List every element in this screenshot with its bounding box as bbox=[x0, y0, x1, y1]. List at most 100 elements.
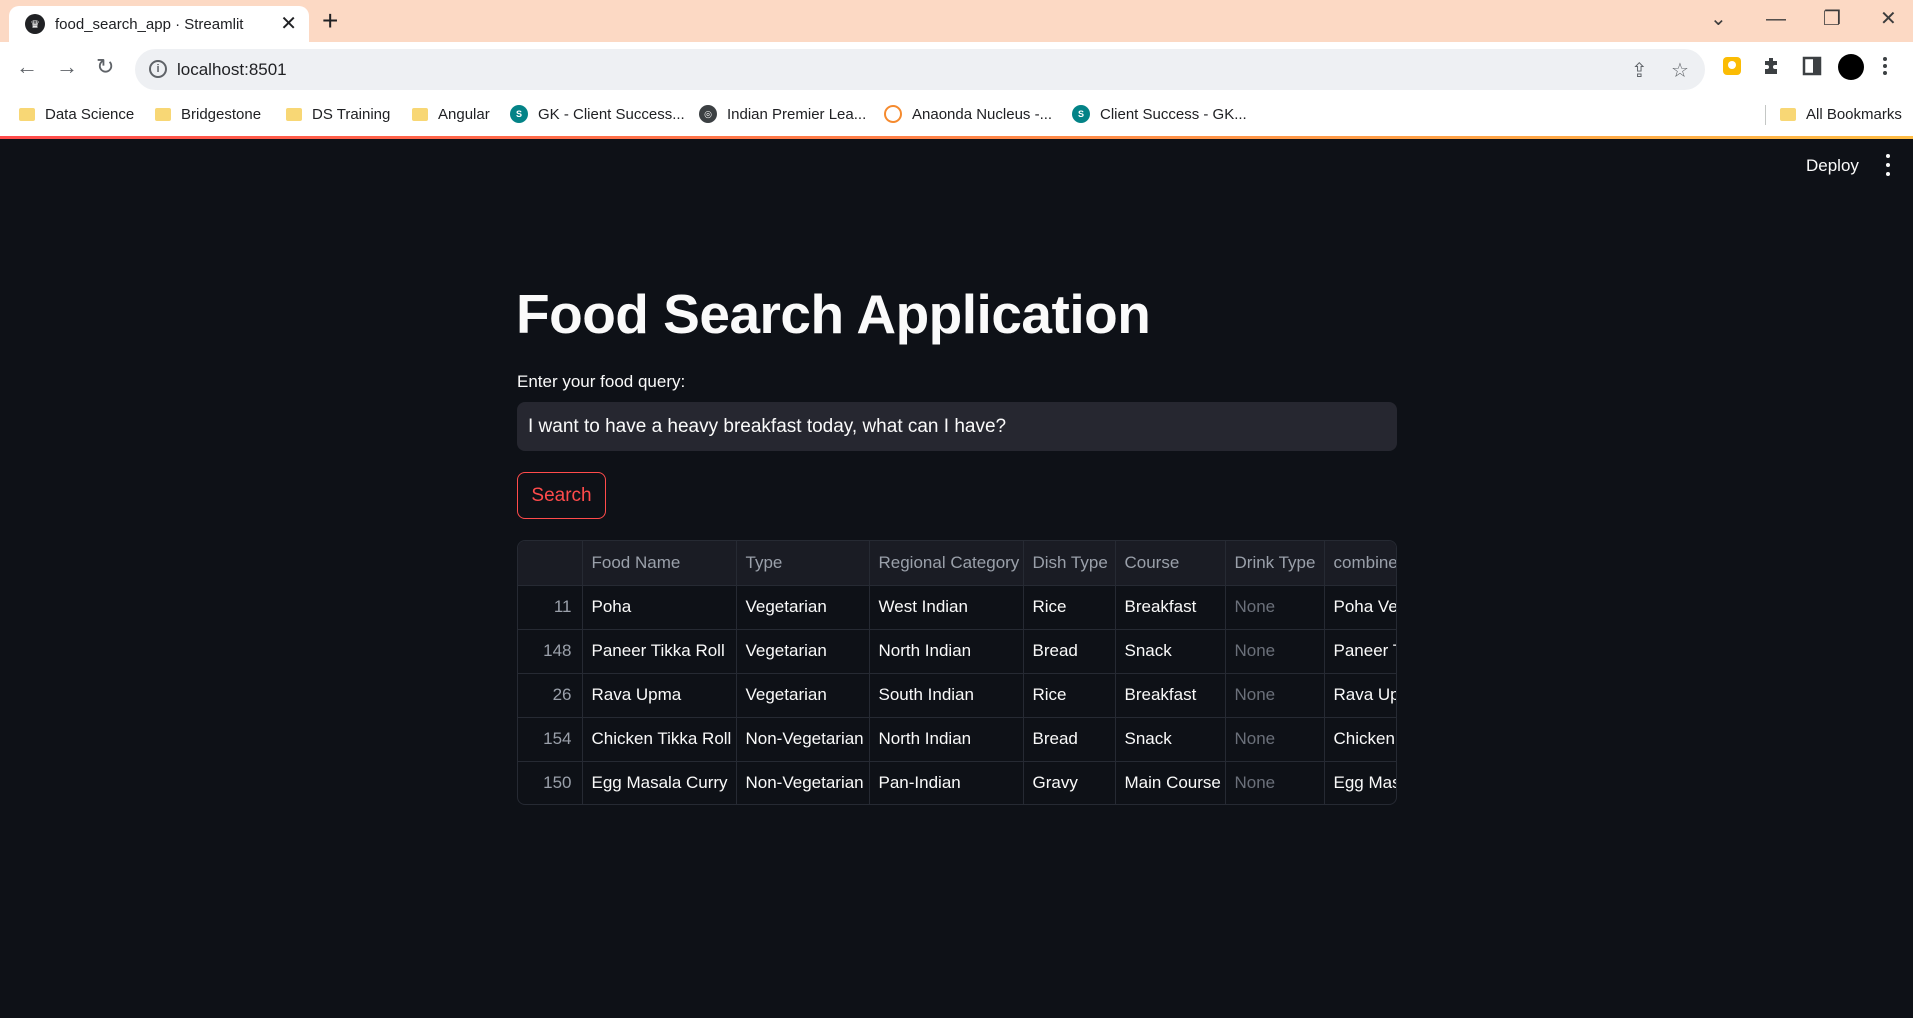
table-row[interactable]: 11 Poha Vegetarian West Indian Rice Brea… bbox=[518, 585, 1396, 630]
cell-combined[interactable]: Poha Veg bbox=[1324, 585, 1396, 630]
column-header-type[interactable]: Type bbox=[736, 541, 870, 586]
folder-icon bbox=[286, 107, 302, 121]
search-button[interactable]: Search bbox=[517, 472, 606, 519]
cell-combined[interactable]: Paneer T bbox=[1324, 629, 1396, 674]
cell-course[interactable]: Main Course bbox=[1115, 761, 1226, 804]
cell-dish-type[interactable]: Rice bbox=[1023, 585, 1116, 630]
browser-menu-icon[interactable] bbox=[1882, 56, 1888, 81]
browser-tab[interactable]: ♛ food_search_app · Streamlit ✕ bbox=[9, 6, 309, 42]
bookmark-item[interactable]: ◎ Indian Premier Lea... bbox=[699, 97, 866, 131]
profile-avatar[interactable] bbox=[1838, 54, 1864, 85]
cell-drink-type[interactable]: None bbox=[1225, 717, 1325, 762]
cell-type[interactable]: Non-Vegetarian bbox=[736, 717, 870, 762]
cell-drink-type[interactable]: None bbox=[1225, 673, 1325, 718]
side-panel-icon[interactable] bbox=[1802, 56, 1822, 81]
column-header-food-name[interactable]: Food Name bbox=[582, 541, 737, 586]
cell-course[interactable]: Breakfast bbox=[1115, 673, 1226, 718]
main-menu-icon[interactable] bbox=[1884, 154, 1892, 176]
query-label: Enter your food query: bbox=[517, 372, 686, 391]
bookmark-item[interactable]: S Client Success - GK... bbox=[1072, 97, 1247, 131]
cell-food-name[interactable]: Paneer Tikka Roll bbox=[582, 629, 737, 674]
row-index: 11 bbox=[518, 585, 583, 630]
deploy-button[interactable]: Deploy bbox=[1806, 156, 1859, 176]
cell-course[interactable]: Snack bbox=[1115, 629, 1226, 674]
new-tab-icon[interactable]: + bbox=[322, 6, 338, 36]
globe-icon: ◎ bbox=[699, 105, 717, 123]
cell-dish-type[interactable]: Rice bbox=[1023, 673, 1116, 718]
cell-food-name[interactable]: Chicken Tikka Roll bbox=[582, 717, 737, 762]
reload-icon[interactable]: ↻ bbox=[96, 54, 114, 80]
site-info-icon[interactable]: i bbox=[149, 60, 167, 78]
cell-drink-type[interactable]: None bbox=[1225, 585, 1325, 630]
streamlit-favicon-icon: ♛ bbox=[25, 14, 45, 34]
bookmark-label: Client Success - GK... bbox=[1100, 105, 1247, 123]
cell-type[interactable]: Vegetarian bbox=[736, 629, 870, 674]
cell-regional-category[interactable]: South Indian bbox=[869, 673, 1024, 718]
cell-combined[interactable]: Rava Upr bbox=[1324, 673, 1396, 718]
bookmarks-bar: Data Science Bridgestone DS Training Ang… bbox=[0, 97, 1913, 131]
table-row[interactable]: 154 Chicken Tikka Roll Non-Vegetarian No… bbox=[518, 717, 1396, 762]
cell-course[interactable]: Snack bbox=[1115, 717, 1226, 762]
cell-type[interactable]: Vegetarian bbox=[736, 673, 870, 718]
cell-food-name[interactable]: Poha bbox=[582, 585, 737, 630]
address-bar[interactable]: i localhost:8501 ⇪ ☆ bbox=[135, 49, 1705, 90]
bookmark-label: DS Training bbox=[312, 105, 391, 123]
cell-type[interactable]: Non-Vegetarian bbox=[736, 761, 870, 804]
browser-toolbar: ← → ↻ i localhost:8501 ⇪ ☆ Data Science … bbox=[0, 42, 1913, 138]
share-icon[interactable]: ⇪ bbox=[1631, 58, 1648, 83]
back-icon[interactable]: ← bbox=[16, 54, 38, 80]
bookmarks-divider bbox=[1765, 105, 1766, 125]
tab-search-icon[interactable]: ⌄ bbox=[1710, 4, 1727, 34]
extensions-puzzle-icon[interactable] bbox=[1762, 56, 1782, 81]
bookmark-item[interactable]: Anaonda Nucleus -... bbox=[884, 97, 1052, 131]
header-row: Food Name Type Regional Category Dish Ty… bbox=[518, 541, 1396, 586]
cell-drink-type[interactable]: None bbox=[1225, 761, 1325, 804]
table-row[interactable]: 26 Rava Upma Vegetarian South Indian Ric… bbox=[518, 673, 1396, 718]
minimize-icon[interactable]: — bbox=[1766, 4, 1786, 34]
column-header-combined[interactable]: combine bbox=[1324, 541, 1396, 586]
cell-type[interactable]: Vegetarian bbox=[736, 585, 870, 630]
folder-icon bbox=[1780, 107, 1796, 121]
close-tab-icon[interactable]: ✕ bbox=[280, 11, 297, 37]
column-header-dish-type[interactable]: Dish Type bbox=[1023, 541, 1116, 586]
bookmark-item[interactable]: Bridgestone bbox=[155, 97, 261, 131]
close-window-icon[interactable]: ✕ bbox=[1880, 4, 1897, 34]
cell-combined[interactable]: Chicken T bbox=[1324, 717, 1396, 762]
table-row[interactable]: 148 Paneer Tikka Roll Vegetarian North I… bbox=[518, 629, 1396, 674]
bookmark-item[interactable]: S GK - Client Success... bbox=[510, 97, 685, 131]
bookmark-item[interactable]: DS Training bbox=[286, 97, 390, 131]
cell-regional-category[interactable]: Pan-Indian bbox=[869, 761, 1024, 804]
cell-combined[interactable]: Egg Masa bbox=[1324, 761, 1396, 804]
sharepoint-icon: S bbox=[510, 105, 528, 123]
cell-dish-type[interactable]: Bread bbox=[1023, 629, 1116, 674]
restore-icon[interactable]: ❐ bbox=[1823, 4, 1841, 34]
cell-drink-type[interactable]: None bbox=[1225, 629, 1325, 674]
cell-food-name[interactable]: Rava Upma bbox=[582, 673, 737, 718]
all-bookmarks-label: All Bookmarks bbox=[1806, 105, 1902, 123]
cell-regional-category[interactable]: North Indian bbox=[869, 717, 1024, 762]
food-query-input[interactable] bbox=[517, 402, 1397, 451]
column-header-regional-category[interactable]: Regional Category bbox=[869, 541, 1024, 586]
bookmark-item[interactable]: Data Science bbox=[19, 97, 134, 131]
bookmark-label: Bridgestone bbox=[181, 105, 262, 123]
extension-keep-icon[interactable] bbox=[1722, 56, 1742, 81]
table-row[interactable]: 150 Egg Masala Curry Non-Vegetarian Pan-… bbox=[518, 761, 1396, 804]
bookmark-star-icon[interactable]: ☆ bbox=[1671, 58, 1689, 83]
column-header-drink-type[interactable]: Drink Type bbox=[1225, 541, 1325, 586]
cell-dish-type[interactable]: Bread bbox=[1023, 717, 1116, 762]
all-bookmarks-button[interactable]: All Bookmarks bbox=[1780, 97, 1902, 131]
forward-icon[interactable]: → bbox=[56, 54, 78, 80]
cell-food-name[interactable]: Egg Masala Curry bbox=[582, 761, 737, 804]
tab-title: food_search_app · Streamlit bbox=[55, 16, 244, 33]
results-table: Food Name Type Regional Category Dish Ty… bbox=[518, 541, 1396, 804]
folder-icon bbox=[412, 107, 428, 121]
bookmark-item[interactable]: Angular bbox=[412, 97, 490, 131]
cell-dish-type[interactable]: Gravy bbox=[1023, 761, 1116, 804]
column-header-index[interactable] bbox=[518, 541, 583, 586]
results-dataframe[interactable]: Food Name Type Regional Category Dish Ty… bbox=[517, 540, 1397, 805]
bookmark-label: Data Science bbox=[45, 105, 135, 123]
cell-regional-category[interactable]: North Indian bbox=[869, 629, 1024, 674]
cell-regional-category[interactable]: West Indian bbox=[869, 585, 1024, 630]
cell-course[interactable]: Breakfast bbox=[1115, 585, 1226, 630]
column-header-course[interactable]: Course bbox=[1115, 541, 1226, 586]
